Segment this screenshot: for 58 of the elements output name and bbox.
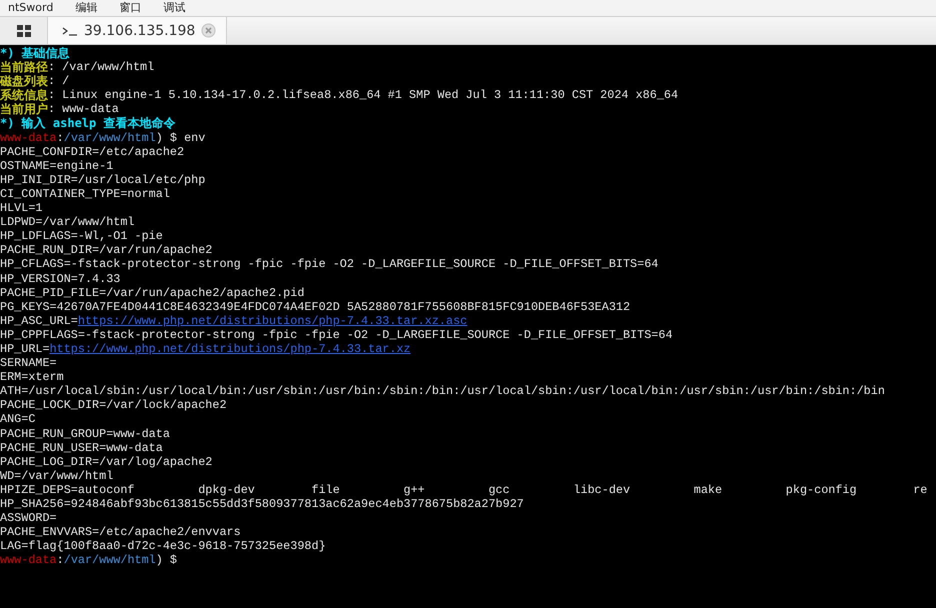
menu-item[interactable]: 窗口 — [119, 0, 142, 16]
info-label: 当前路径 — [0, 60, 48, 74]
terminal-text: OSTNAME=engine-1 — [0, 158, 114, 173]
terminal-text: : / — [48, 74, 70, 88]
terminal-text: : www-data — [48, 102, 119, 116]
menu-item[interactable]: 编辑 — [75, 0, 98, 16]
terminal-text: SERNAME= — [0, 356, 57, 370]
url-link[interactable]: https://www.php.net/distributions/php-7.4.33.tar.xz — [50, 342, 411, 356]
terminal-text: PG_KEYS=42670A7FE4D0441C8E4632349E4FDC074A4EF02D 5A52880781F755608BF815FC910DEB46F53EA312 — [0, 300, 630, 314]
terminal-text: ATH=/usr/local/sbin:/usr/local/bin:/usr/sbin:/usr/bin:/sbin:/bin:/usr/local/sbin:/usr/local/bin:/usr/sbin:/usr/bin:/sbin:/bin — [0, 384, 885, 398]
terminal-text: HP_URL= — [0, 342, 50, 356]
terminal-text: HP_VERSION=7.4.33 — [0, 272, 120, 286]
terminal-text: ERM=xterm — [0, 370, 64, 384]
close-icon[interactable] — [201, 23, 216, 38]
terminal-text: ASSWORD= — [0, 511, 57, 526]
grid-icon[interactable] — [0, 17, 48, 44]
prompt-path: /var/www/html — [64, 130, 156, 145]
terminal-text: ) $ env — [156, 130, 206, 145]
terminal-text: PACHE_RUN_USER=www-data — [0, 440, 163, 455]
terminal-text: HP_INI_DIR=/usr/local/etc/php — [0, 172, 206, 187]
terminal-text: HP_SHA256=924846abf93bc613815c55dd3f5809377813ac62a9ec4eb3778675b82a27b927 — [0, 497, 524, 512]
info-label: 系统信息 — [0, 88, 48, 102]
terminal-text: : /var/www/html — [48, 60, 154, 74]
terminal-text: PACHE_CONFDIR=/etc/apache2 — [0, 144, 184, 159]
section-heading: *) 输入 ashelp 查看本地命令 — [0, 116, 176, 131]
terminal-text: HP_ASC_URL= — [0, 314, 78, 328]
terminal-text: PACHE_RUN_DIR=/var/run/apache2 — [0, 243, 212, 258]
terminal-text: PACHE_LOCK_DIR=/var/lock/apache2 — [0, 398, 227, 412]
terminal-text: HP_LDFLAGS=-Wl,-O1 -pie — [0, 229, 163, 244]
url-link[interactable]: https://www.php.net/distributions/php-7.4.33.tar.xz.asc — [78, 314, 468, 328]
tab-label: 39.106.135.198 — [84, 22, 196, 38]
prompt-user: www-data — [0, 553, 57, 568]
section-heading: *) 基础信息 — [0, 46, 70, 60]
terminal-text: PACHE_LOG_DIR=/var/log/apache2 — [0, 454, 212, 469]
terminal-text: WD=/var/www/html — [0, 468, 114, 483]
prompt-user: www-data — [0, 130, 57, 145]
terminal-text: : Linux engine-1 5.10.134-17.0.2.lifsea8.x86_64 #1 SMP Wed Jul 3 11:11:30 CST 2024 x86_64 — [48, 88, 678, 102]
terminal-text: HPIZE_DEPS=autoconf dpkg-dev file g++ gcc libc-dev make pkg-config re — [0, 482, 928, 497]
terminal-text: LDPWD=/var/www/html — [0, 215, 135, 230]
terminal-text: HP_CPPFLAGS=-fstack-protector-strong -fpic -fpie -O2 -D_LARGEFILE_SOURCE -D_FILE_OFFSET_BITS=64 — [0, 328, 673, 342]
terminal-text: LAG=flag{100f8aa0-d72c-4e3c-9618-757325ee398d} — [0, 539, 326, 554]
menu-item[interactable]: ntSword — [8, 0, 54, 16]
terminal-text: : — [56, 553, 64, 568]
terminal-text: : — [56, 130, 64, 145]
info-label: 当前用户 — [0, 102, 48, 116]
terminal-text: ANG=C — [0, 412, 36, 427]
terminal-text: PACHE_PID_FILE=/var/run/apache2/apache2.pid — [0, 286, 304, 300]
terminal-icon — [62, 26, 78, 36]
menu-item[interactable]: 调试 — [163, 0, 186, 16]
terminal-text: PACHE_ENVVARS=/etc/apache2/envvars — [0, 525, 241, 540]
prompt-path: /var/www/html — [64, 553, 156, 568]
terminal-text: ) $ — [156, 553, 178, 568]
terminal-text: HLVL=1 — [0, 201, 42, 216]
terminal-tab[interactable]: 39.106.135.198 — [48, 17, 228, 44]
terminal-text: PACHE_RUN_GROUP=www-data — [0, 426, 170, 441]
info-label: 磁盘列表 — [0, 74, 48, 88]
terminal-text: CI_CONTAINER_TYPE=normal — [0, 186, 170, 202]
terminal-text: HP_CFLAGS=-fstack-protector-strong -fpic -fpie -O2 -D_LARGEFILE_SOURCE -D_FILE_OFFSET_BITS=64 — [0, 257, 658, 272]
